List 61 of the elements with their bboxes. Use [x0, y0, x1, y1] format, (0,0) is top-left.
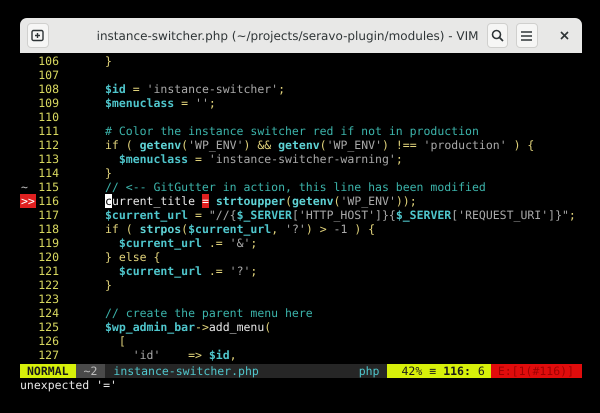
code-line: $id = 'instance-switcher'; [105, 82, 286, 96]
line-number: 119 [37, 236, 59, 250]
new-tab-button[interactable] [27, 23, 49, 48]
line-number: 120 [37, 250, 59, 264]
line-position: 116: [443, 364, 471, 378]
code-line: $menuclass = 'instance-switcher-warning'; [118, 152, 403, 166]
column-position: 6 [478, 364, 485, 378]
line-number: 109 [37, 96, 59, 110]
code-line: current_title = strtoupper(getenv('WP_ENV')); [105, 194, 417, 208]
line-number: 124 [37, 306, 59, 320]
line-number: 116 [37, 194, 59, 208]
code-line: [ [118, 334, 126, 348]
line-number: 118 [37, 222, 59, 236]
code-line: 'id' => $id, [132, 348, 237, 362]
line-symbol: ≡ [429, 364, 436, 378]
line-number: 117 [37, 208, 59, 222]
command-line-message: unexpected '=' [20, 378, 118, 392]
code-line: $wp_admin_bar->add_menu( [105, 320, 272, 334]
mode-indicator: NORMAL [20, 364, 76, 378]
line-number: 122 [37, 278, 59, 292]
close-icon [560, 31, 569, 40]
code-line: } [105, 54, 112, 68]
menu-button[interactable] [516, 23, 538, 48]
code-line: $current_url = "//{$_SERVER['HTTP_HOST']}{$_SERVER['REQUEST_URI']}"; [105, 208, 576, 222]
code-line: $current_url .= '?'; [118, 264, 258, 278]
line-number: 123 [37, 292, 59, 306]
code-line: // create the parent menu here [105, 306, 313, 320]
gutter-sign: ~ [20, 180, 29, 194]
line-number: 114 [37, 166, 59, 180]
code-line: } [105, 278, 112, 292]
line-number: 111 [37, 124, 59, 138]
code-line: } else { [105, 250, 160, 264]
search-icon [490, 29, 504, 42]
line-number: 126 [37, 334, 59, 348]
line-number: 127 [37, 348, 59, 362]
file-name: instance-switcher.php [112, 364, 260, 378]
error-count: E:[1(#116)] [490, 364, 582, 378]
code-line: $current_url .= '&'; [118, 236, 258, 250]
line-number: 112 [37, 138, 59, 152]
line-number: 107 [37, 68, 59, 82]
code-line: } [105, 166, 112, 180]
line-number: 113 [37, 152, 59, 166]
menu-icon [521, 30, 532, 40]
code-line: # Color the instance switcher red if not in production [105, 124, 479, 138]
line-number: 106 [37, 54, 59, 68]
new-tab-icon [31, 29, 44, 42]
code-line: if ( strpos($current_url, '?') > -1 ) { [105, 222, 376, 236]
line-number: 108 [37, 82, 59, 96]
code-line: $menuclass = ''; [105, 96, 216, 110]
line-number: 115 [37, 180, 59, 194]
hunk-count: ~2 [76, 364, 106, 378]
line-number: 125 [37, 320, 59, 334]
code-line: // <-- GitGutter in action, this line has been modified [105, 180, 486, 194]
window-title: instance-switcher.php (~/projects/seravo-plugin/modules) - VIM [96, 28, 479, 42]
line-number: 121 [37, 264, 59, 278]
scroll-percent: 42% [401, 364, 422, 378]
gutter-sign: >> [20, 194, 36, 208]
line-number: 110 [37, 110, 59, 124]
search-button[interactable] [486, 23, 508, 48]
file-type: php [358, 364, 380, 378]
code-line: if ( getenv('WP_ENV') && getenv('WP_ENV') !== 'production' ) { [105, 138, 534, 152]
